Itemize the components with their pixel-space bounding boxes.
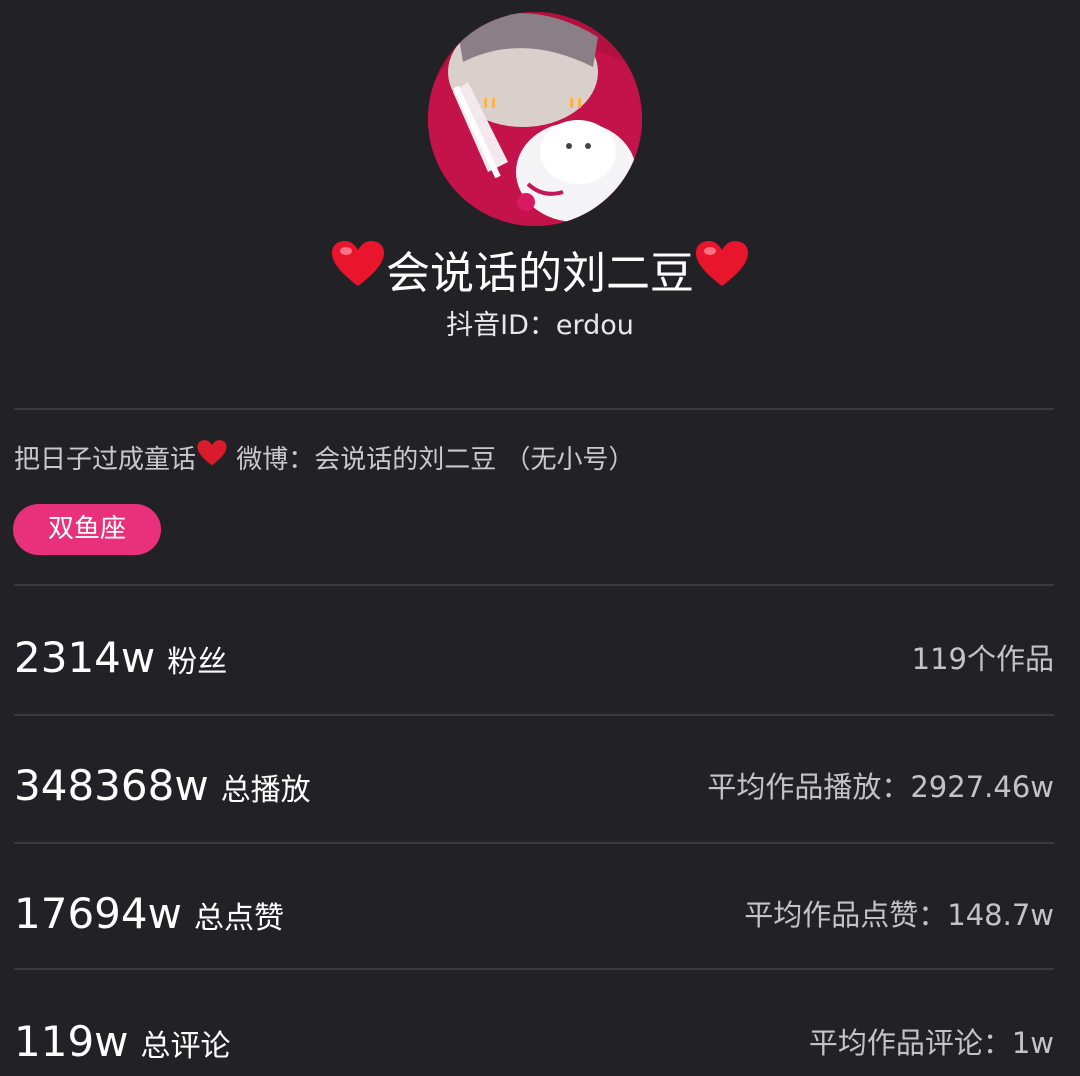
heart-icon (330, 239, 386, 307)
divider (14, 408, 1054, 410)
stat-value: 2314w (14, 633, 156, 682)
stat-average: 平均作品播放：2927.46w (707, 770, 1054, 804)
constellation-tag[interactable]: 双鱼座 (13, 504, 161, 555)
stat-value: 17694w (14, 889, 182, 938)
stat-label: 粉丝 (167, 645, 228, 680)
stat-average: 平均作品评论：1w (808, 1026, 1054, 1060)
nickname-text: 会说话的刘二豆 (386, 248, 694, 299)
bio-text: 把日子过成童话 (14, 445, 197, 475)
bio: 把日子过成童话 微博：会说话的刘二豆 （无小号） (14, 438, 635, 482)
stat-row-comments: 119w 总评论 平均作品评论：1w (14, 996, 1054, 1076)
stat-works-count: 119个作品 (911, 642, 1054, 676)
divider (14, 842, 1054, 844)
stat-row-likes: 17694w 总点赞 平均作品点赞：148.7w (14, 868, 1054, 948)
douyin-id-value: erdou (555, 310, 634, 341)
stat-row-plays: 348368w 总播放 平均作品播放：2927.46w (14, 740, 1054, 820)
nickname: 会说话的刘二豆 (0, 239, 1080, 307)
douyin-id[interactable]: 抖音ID：erdou (0, 306, 1080, 346)
stat-value: 119w (14, 1017, 129, 1066)
stat-row-fans: 2314w 粉丝 119个作品 (14, 612, 1054, 692)
divider (14, 968, 1054, 970)
divider (14, 714, 1054, 716)
stat-value: 348368w (14, 761, 209, 810)
heart-icon (694, 239, 750, 307)
stat-label: 总评论 (140, 1029, 231, 1064)
divider (14, 584, 1054, 586)
douyin-id-label: 抖音ID： (446, 310, 556, 341)
avatar-photo (428, 12, 642, 226)
stat-average: 平均作品点赞：148.7w (744, 898, 1054, 932)
stat-label: 总播放 (220, 773, 311, 808)
heart-icon (196, 437, 228, 481)
bio-weibo-text: 微博：会说话的刘二豆 （无小号） (228, 445, 635, 475)
profile-avatar[interactable] (428, 12, 642, 226)
stat-label: 总点赞 (193, 901, 284, 936)
